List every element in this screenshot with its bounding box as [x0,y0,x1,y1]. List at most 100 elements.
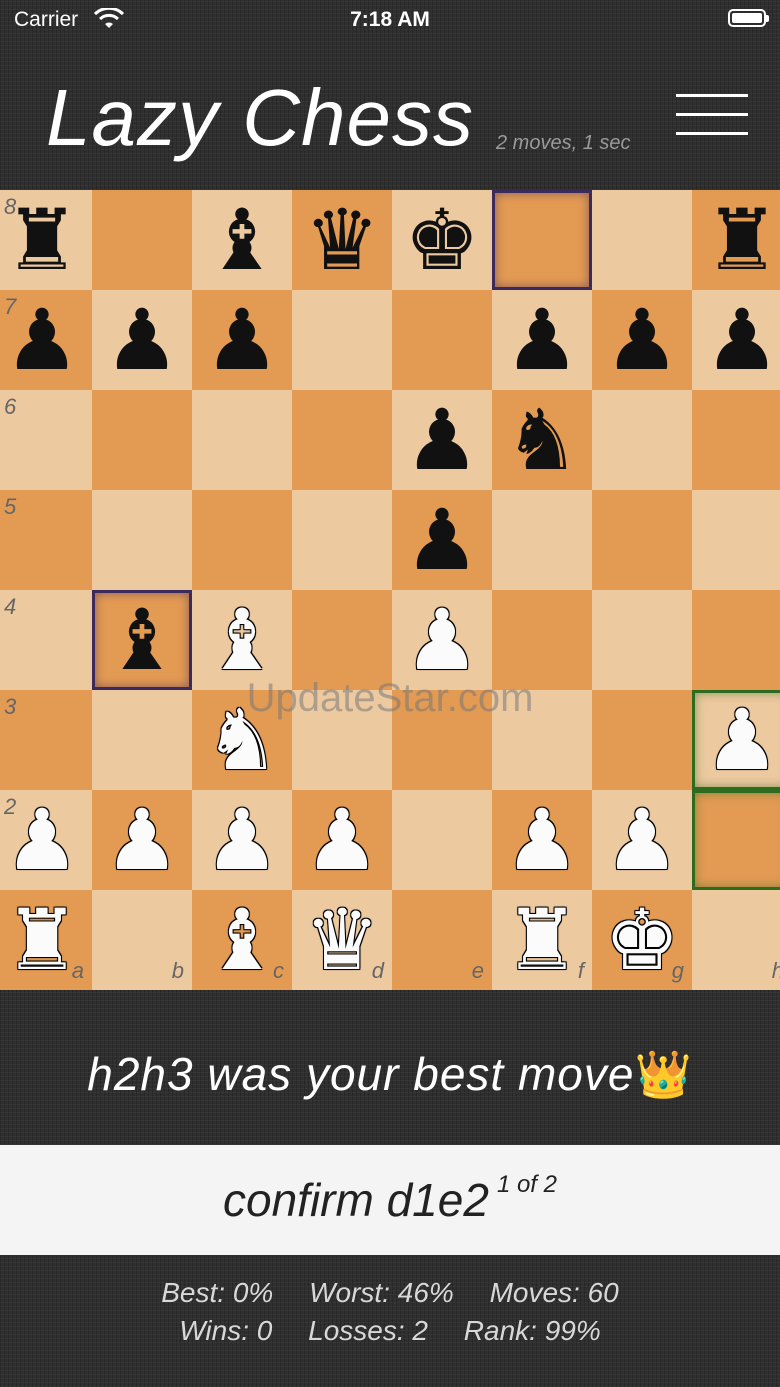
white-knight-icon[interactable]: ♞ [192,690,292,790]
white-pawn-icon[interactable]: ♟ [292,790,392,890]
rank-label: 5 [4,494,17,519]
black-pawn-icon[interactable]: ♟ [592,290,692,390]
white-pawn-icon[interactable]: ♟ [192,790,292,890]
square-h3[interactable]: ♟ [692,690,780,790]
white-pawn-icon[interactable]: ♟ [92,790,192,890]
wins-value: 0 [256,1315,273,1346]
square-c6[interactable] [192,390,292,490]
square-a8[interactable]: 8 ♜ [0,190,92,290]
square-h1[interactable]: h [692,890,780,990]
square-e4[interactable]: ♟ [392,590,492,690]
square-b7[interactable]: ♟ [92,290,192,390]
black-pawn-icon[interactable]: ♟ [192,290,292,390]
white-pawn-icon[interactable]: ♟ [392,590,492,690]
square-f6[interactable]: ♞ [492,390,592,490]
square-b2[interactable]: ♟ [92,790,192,890]
square-c8[interactable]: ♝ [192,190,292,290]
white-pawn-icon[interactable]: ♟ [592,790,692,890]
square-d8[interactable]: ♛ [292,190,392,290]
square-c2[interactable]: ♟ [192,790,292,890]
black-pawn-icon[interactable]: ♟ [392,390,492,490]
status-bar: Carrier 7:18 AM [0,0,780,40]
chess-board[interactable]: 8 ♜ ♝ ♛ ♚ ♜ 7 ♟ ♟ ♟ ♟ ♟ ♟ 6 ♟ ♞ 5 ♟ 4 ♝ ♝ ♟ 3 ♞ ♟ 2 ♟ ♟ ♟ ♟ ♟ ♟ ♜ a b ♝ c ♛ d e… [0,190,780,990]
square-g6[interactable] [592,390,692,490]
square-f4[interactable] [492,590,592,690]
square-e8[interactable]: ♚ [392,190,492,290]
square-b4[interactable]: ♝ [92,590,192,690]
black-pawn-icon[interactable]: ♟ [0,290,92,390]
square-e1[interactable]: e [392,890,492,990]
square-c1[interactable]: ♝ c [192,890,292,990]
square-f2[interactable]: ♟ [492,790,592,890]
square-h5[interactable] [692,490,780,590]
square-d2[interactable]: ♟ [292,790,392,890]
square-f7[interactable]: ♟ [492,290,592,390]
square-d6[interactable] [292,390,392,490]
square-g4[interactable] [592,590,692,690]
black-pawn-icon[interactable]: ♟ [692,290,780,390]
square-h2[interactable] [692,790,780,890]
square-g2[interactable]: ♟ [592,790,692,890]
square-d7[interactable] [292,290,392,390]
file-label: g [671,958,684,983]
square-f3[interactable] [492,690,592,790]
square-a7[interactable]: 7 ♟ [0,290,92,390]
white-pawn-icon[interactable]: ♟ [0,790,92,890]
black-pawn-icon[interactable]: ♟ [392,490,492,590]
square-f8[interactable] [492,190,592,290]
square-e6[interactable]: ♟ [392,390,492,490]
square-g5[interactable] [592,490,692,590]
square-a1[interactable]: ♜ a [0,890,92,990]
square-g7[interactable]: ♟ [592,290,692,390]
black-knight-icon[interactable]: ♞ [492,390,592,490]
square-b3[interactable] [92,690,192,790]
square-c3[interactable]: ♞ [192,690,292,790]
white-pawn-icon[interactable]: ♟ [492,790,592,890]
white-pawn-icon[interactable]: ♟ [692,690,780,790]
square-f1[interactable]: ♜ f [492,890,592,990]
square-b8[interactable] [92,190,192,290]
black-pawn-icon[interactable]: ♟ [92,290,192,390]
square-c5[interactable] [192,490,292,590]
square-d1[interactable]: ♛ d [292,890,392,990]
square-b5[interactable] [92,490,192,590]
confirm-move-button[interactable]: confirm d1e2 1 of 2 [0,1145,780,1255]
black-queen-icon[interactable]: ♛ [292,190,392,290]
black-bishop-icon[interactable]: ♝ [192,190,292,290]
square-a2[interactable]: 2 ♟ [0,790,92,890]
black-rook-icon[interactable]: ♜ [692,190,780,290]
square-h6[interactable] [692,390,780,490]
square-e5[interactable]: ♟ [392,490,492,590]
square-g1[interactable]: ♚ g [592,890,692,990]
square-a3[interactable]: 3 [0,690,92,790]
square-c7[interactable]: ♟ [192,290,292,390]
square-e3[interactable] [392,690,492,790]
square-d5[interactable] [292,490,392,590]
square-d4[interactable] [292,590,392,690]
square-e2[interactable] [392,790,492,890]
square-g3[interactable] [592,690,692,790]
square-b6[interactable] [92,390,192,490]
square-b1[interactable]: b [92,890,192,990]
square-a5[interactable]: 5 [0,490,92,590]
black-pawn-icon[interactable]: ♟ [492,290,592,390]
game-timer: 2 moves, 1 sec [496,132,631,154]
square-h4[interactable] [692,590,780,690]
square-h8[interactable]: ♜ [692,190,780,290]
square-d3[interactable] [292,690,392,790]
square-e7[interactable] [392,290,492,390]
file-label: d [371,958,384,983]
square-a4[interactable]: 4 [0,590,92,690]
square-c4[interactable]: ♝ [192,590,292,690]
square-f5[interactable] [492,490,592,590]
square-h7[interactable]: ♟ [692,290,780,390]
black-rook-icon[interactable]: ♜ [0,190,92,290]
losses-value: 2 [412,1315,428,1346]
square-a6[interactable]: 6 [0,390,92,490]
black-bishop-icon[interactable]: ♝ [92,590,192,690]
hamburger-menu-icon[interactable] [676,92,748,138]
black-king-icon[interactable]: ♚ [392,190,492,290]
battery-icon [728,9,769,27]
square-g8[interactable] [592,190,692,290]
white-bishop-icon[interactable]: ♝ [192,590,292,690]
